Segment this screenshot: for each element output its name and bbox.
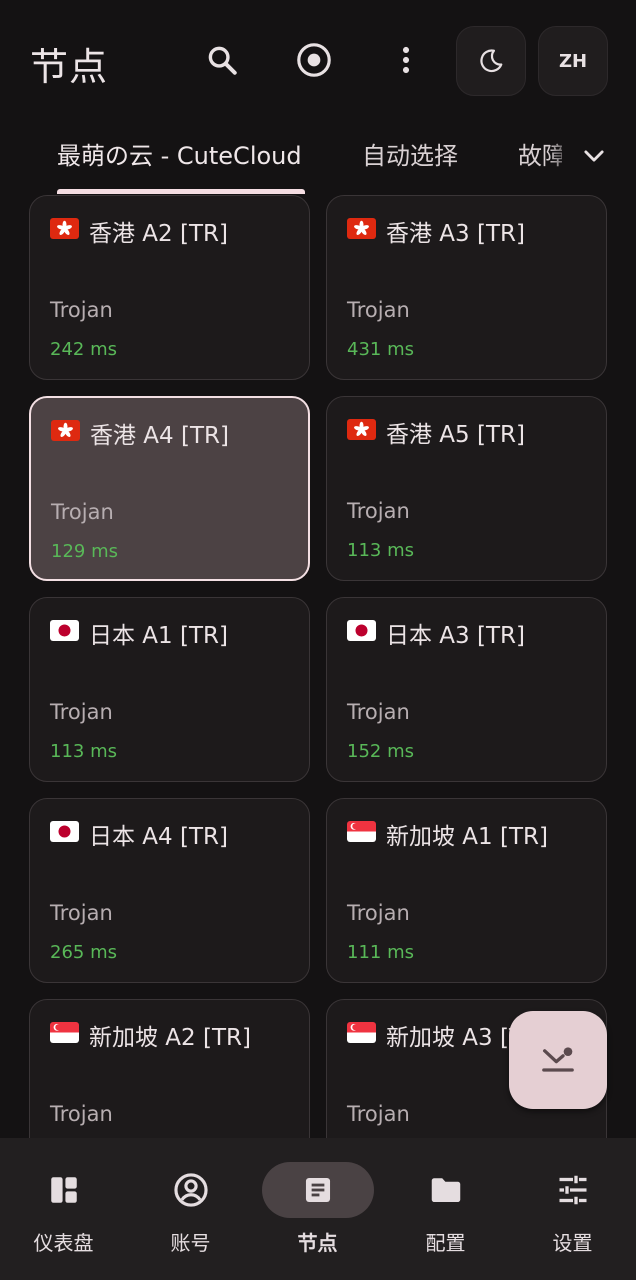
nav-item-profiles[interactable]: 配置: [382, 1138, 509, 1280]
node-delay: 152 ms: [347, 741, 414, 762]
node-card[interactable]: 香港 A2 [TR] Trojan 242 ms: [29, 195, 310, 380]
singapore-flag-icon: [50, 1022, 79, 1043]
node-name: 日本 A3 [TR]: [386, 623, 525, 649]
nav-icon-container: [135, 1162, 247, 1218]
node-card[interactable]: 新加坡 A1 [TR] Trojan 111 ms: [326, 798, 607, 983]
hong-kong-flag-icon: [50, 218, 79, 239]
more-options-button[interactable]: [382, 36, 430, 84]
node-type: Trojan: [50, 700, 113, 724]
account-icon: [173, 1173, 208, 1207]
node-type: Trojan: [50, 298, 113, 322]
nav-icon-container: [517, 1162, 629, 1218]
node-name: 新加坡 A2 [TR]: [89, 1025, 251, 1051]
japan-flag-icon: [50, 821, 79, 842]
locate-button[interactable]: [290, 36, 338, 84]
nav-item-settings[interactable]: 设置: [509, 1138, 636, 1280]
hong-kong-flag-icon: [347, 419, 376, 440]
hong-kong-flag-icon: [347, 218, 376, 239]
language-button[interactable]: ZH: [538, 26, 608, 96]
singapore-flag-icon: [347, 821, 376, 842]
bottom-navigation: 仪表盘 账号 节点 配置 设置: [0, 1138, 636, 1280]
moon-icon: [480, 49, 503, 73]
tab-auto-select[interactable]: 自动选择: [362, 136, 458, 171]
node-name: 香港 A4 [TR]: [90, 423, 229, 449]
node-name: 日本 A4 [TR]: [89, 824, 228, 850]
node-name: 日本 A1 [TR]: [89, 623, 228, 649]
node-delay: 129 ms: [51, 541, 118, 562]
nav-label: 配置: [425, 1231, 466, 1255]
node-type: Trojan: [347, 901, 410, 925]
node-type: Trojan: [50, 901, 113, 925]
singapore-flag-icon: [347, 1022, 376, 1043]
locate-collapse-icon: [542, 1047, 574, 1072]
japan-flag-icon: [347, 620, 376, 641]
node-card[interactable]: 日本 A4 [TR] Trojan 265 ms: [29, 798, 310, 983]
article-icon: [305, 1177, 330, 1203]
node-card[interactable]: 香港 A5 [TR] Trojan 113 ms: [326, 396, 607, 581]
group-tabs: 最萌の云 - CuteCloud 自动选择 故障转移: [0, 120, 636, 194]
nav-item-nodes[interactable]: 节点: [254, 1138, 381, 1280]
folder-icon: [431, 1178, 460, 1203]
top-app-bar: 节点 ZH: [0, 0, 636, 120]
scroll-to-selected-fab[interactable]: [509, 1011, 607, 1109]
search-button[interactable]: [198, 36, 246, 84]
node-delay: 113 ms: [347, 540, 414, 561]
node-card[interactable]: 日本 A3 [TR] Trojan 152 ms: [326, 597, 607, 782]
node-delay: 242 ms: [50, 339, 117, 360]
tune-icon: [559, 1175, 586, 1205]
node-name: 新加坡 A1 [TR]: [386, 824, 548, 850]
tab-cutecloud[interactable]: 最萌の云 - CuteCloud: [57, 136, 302, 171]
node-type: Trojan: [50, 1102, 113, 1126]
japan-flag-icon: [50, 620, 79, 641]
node-delay: 111 ms: [347, 942, 414, 963]
nav-icon-container: [261, 1162, 374, 1218]
nav-item-account[interactable]: 账号: [127, 1138, 254, 1280]
node-delay: 113 ms: [50, 741, 117, 762]
page-title: 节点: [30, 45, 109, 89]
node-name: 香港 A3 [TR]: [386, 221, 525, 247]
node-grid: 香港 A2 [TR] Trojan 242 ms 香港 A3 [TR] Troj…: [0, 194, 636, 1138]
node-type: Trojan: [347, 700, 410, 724]
node-type: Trojan: [51, 500, 114, 524]
node-type: Trojan: [347, 298, 410, 322]
nav-icon-container: [8, 1162, 120, 1218]
nav-label: 节点: [297, 1231, 338, 1255]
node-name: 香港 A2 [TR]: [89, 221, 228, 247]
node-card[interactable]: 香港 A3 [TR] Trojan 431 ms: [326, 195, 607, 380]
theme-toggle-button[interactable]: [456, 26, 526, 96]
dashboard-icon: [50, 1177, 77, 1203]
search-icon: [208, 46, 237, 75]
node-card[interactable]: 日本 A1 [TR] Trojan 113 ms: [29, 597, 310, 782]
node-delay: 265 ms: [50, 942, 117, 963]
node-card-selected[interactable]: 香港 A4 [TR] Trojan 129 ms: [29, 396, 310, 581]
chevron-down-icon: [584, 150, 604, 162]
node-type: Trojan: [347, 1102, 410, 1126]
node-type: Trojan: [347, 499, 410, 523]
target-icon: [297, 43, 331, 77]
nav-item-dashboard[interactable]: 仪表盘: [0, 1138, 127, 1280]
more-vertical-icon: [402, 46, 410, 74]
node-card[interactable]: 新加坡 A2 [TR] Trojan: [29, 999, 310, 1138]
nav-label: 设置: [552, 1231, 593, 1255]
nav-label: 账号: [170, 1231, 211, 1255]
node-name: 香港 A5 [TR]: [386, 422, 525, 448]
nav-icon-container: [390, 1162, 502, 1218]
node-delay: 431 ms: [347, 339, 414, 360]
hong-kong-flag-icon: [51, 420, 80, 441]
tabs-expand-button[interactable]: [578, 140, 610, 172]
nav-label: 仪表盘: [33, 1231, 94, 1255]
